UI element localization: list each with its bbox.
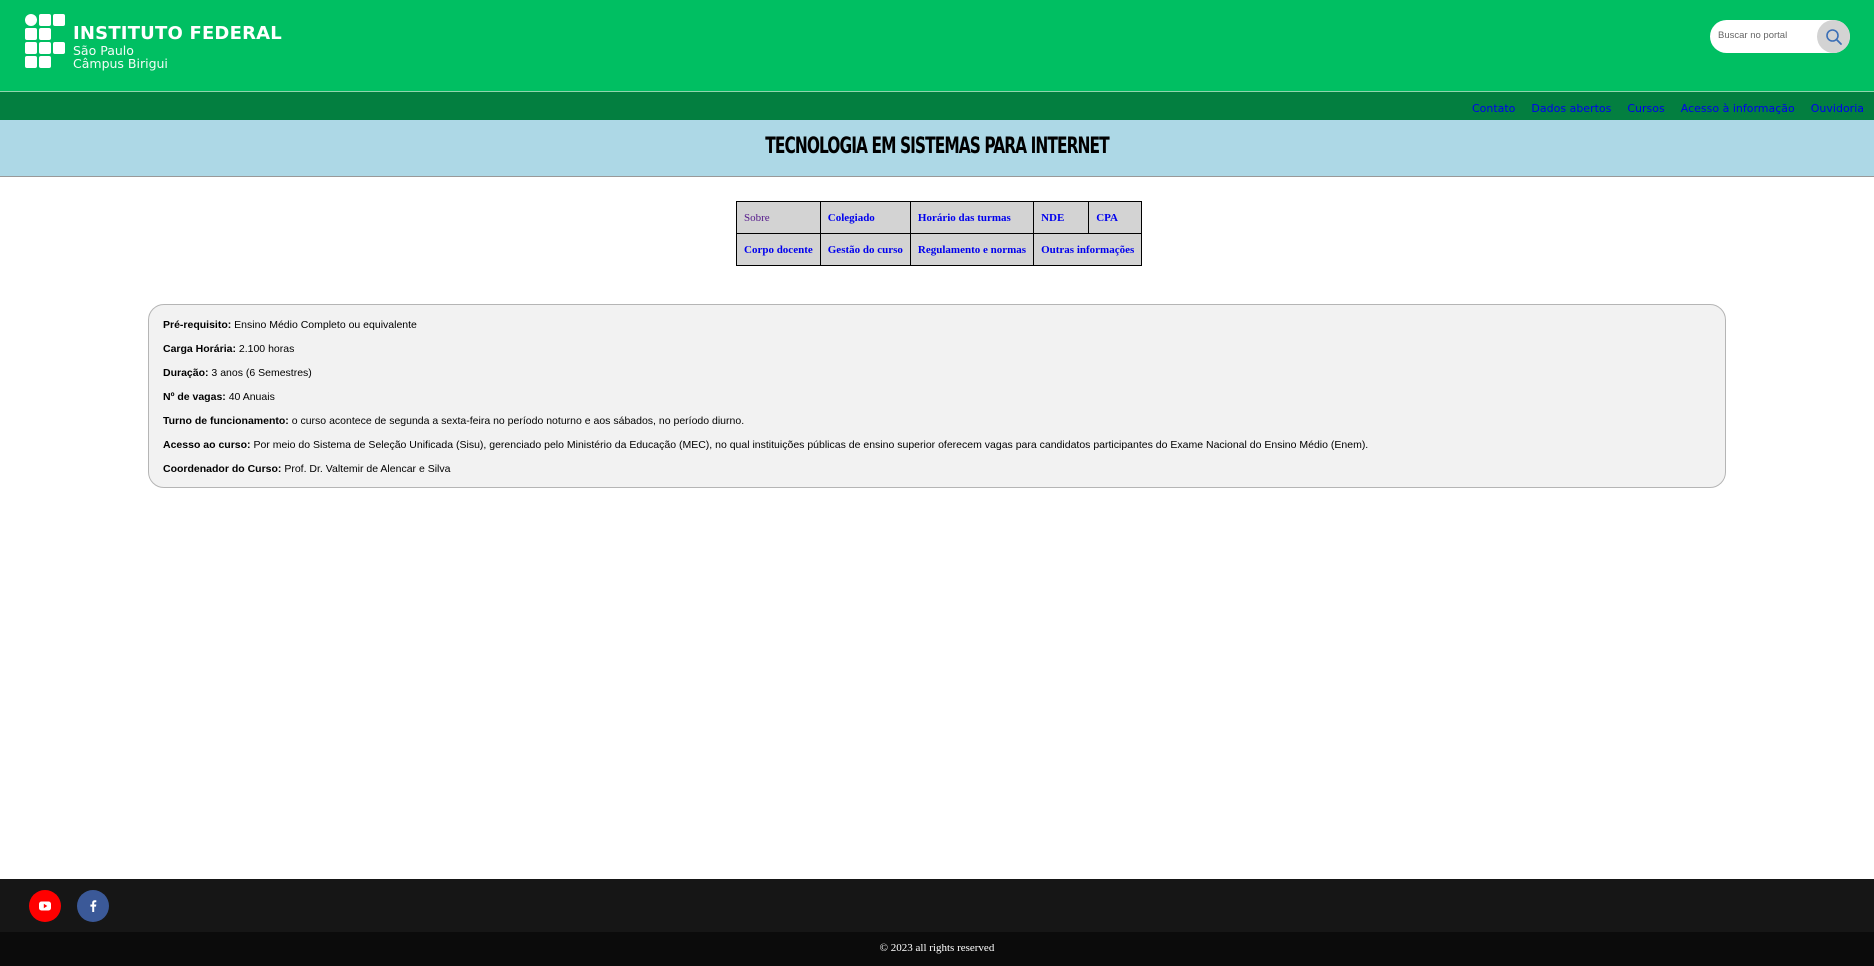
course-menu-cell: Regulamento e normas (909, 233, 1035, 266)
nav-link-ouvidoria[interactable]: Ouvidoria (1811, 102, 1864, 115)
course-menu-cell: Gestão do curso (819, 233, 911, 266)
nav-link-cursos[interactable]: Cursos (1627, 102, 1664, 115)
search-icon (1825, 28, 1842, 45)
info-label: Acesso ao curso: (163, 439, 251, 451)
course-menu-cell: Horário das turmas (909, 201, 1035, 234)
course-menu-cell: Colegiado (819, 201, 911, 234)
logo-text: INSTITUTO FEDERAL São Paulo Câmpus Birig… (73, 14, 282, 71)
course-menu-cell: Sobre (736, 201, 821, 234)
logo-title: INSTITUTO FEDERAL (73, 23, 282, 44)
info-carga-horaria: Carga Horária: 2.100 horas (163, 342, 1711, 356)
site-header: INSTITUTO FEDERAL São Paulo Câmpus Birig… (0, 0, 1874, 91)
info-duracao: Duração: 3 anos (6 Semestres) (163, 366, 1711, 380)
course-link-horario-turmas[interactable]: Horário das turmas (918, 212, 1011, 224)
course-link-nde[interactable]: NDE (1041, 212, 1064, 224)
info-value: 2.100 horas (235, 343, 295, 355)
search-button[interactable] (1817, 20, 1850, 53)
info-vagas: Nº de vagas: 40 Anuais (163, 390, 1711, 404)
course-menu: Sobre Colegiado Horário das turmas NDE C… (736, 201, 1143, 266)
info-label: Carga Horária: (163, 343, 236, 355)
top-navigation: Contato Dados abertos Cursos Acesso à in… (0, 91, 1874, 120)
course-link-corpo-docente[interactable]: Corpo docente (744, 244, 813, 256)
site-footer (0, 879, 1874, 932)
facebook-icon (90, 900, 97, 912)
copyright-bar: © 2023 all rights reserved (0, 932, 1874, 966)
course-info-box: Pré-requisito: Ensino Médio Completo ou … (148, 304, 1726, 488)
course-link-gestao-curso[interactable]: Gestão do curso (828, 244, 903, 256)
info-label: Coordenador do Curso: (163, 463, 282, 475)
course-menu-cell: NDE (1033, 201, 1090, 234)
info-value: Por meio do Sistema de Seleção Unificada… (250, 439, 1369, 451)
info-label: Turno de funcionamento: (163, 415, 289, 427)
info-label: Nº de vagas: (163, 391, 226, 403)
info-label: Pré-requisito: (163, 319, 232, 331)
info-value: 40 Anuais (225, 391, 275, 403)
course-link-cpa[interactable]: CPA (1096, 212, 1118, 224)
course-menu-cell: CPA (1088, 201, 1143, 234)
info-turno: Turno de funcionamento: o curso acontece… (163, 414, 1711, 428)
info-acesso: Acesso ao curso: Por meio do Sistema de … (163, 438, 1711, 452)
info-value: 3 anos (6 Semestres) (208, 367, 312, 379)
course-menu-cell: Outras informações (1033, 233, 1143, 266)
info-value: Prof. Dr. Valtemir de Alencar e Silva (281, 463, 451, 475)
course-link-sobre[interactable]: Sobre (744, 212, 770, 224)
info-label: Duração: (163, 367, 209, 379)
if-logo-icon (25, 14, 69, 70)
facebook-link[interactable] (77, 890, 109, 922)
logo-campus: Câmpus Birigui (73, 56, 168, 71)
search-box (1710, 20, 1850, 53)
page-title: TECNOLOGIA EM SISTEMAS PARA INTERNET (765, 134, 1109, 159)
info-value: Ensino Médio Completo ou equivalente (231, 319, 417, 331)
nav-link-contato[interactable]: Contato (1472, 102, 1515, 115)
nav-link-acesso-informacao[interactable]: Acesso à informação (1681, 102, 1795, 115)
institution-logo[interactable]: INSTITUTO FEDERAL São Paulo Câmpus Birig… (25, 14, 282, 70)
course-menu-cell: Corpo docente (736, 233, 821, 266)
youtube-link[interactable] (29, 890, 61, 922)
title-band: TECNOLOGIA EM SISTEMAS PARA INTERNET (0, 120, 1874, 177)
info-value: o curso acontece de segunda a sexta-feir… (288, 415, 745, 427)
course-link-colegiado[interactable]: Colegiado (828, 212, 875, 224)
course-link-regulamento-normas[interactable]: Regulamento e normas (918, 244, 1026, 256)
nav-link-dados-abertos[interactable]: Dados abertos (1531, 102, 1611, 115)
info-prerequisito: Pré-requisito: Ensino Médio Completo ou … (163, 318, 1711, 332)
course-link-outras-informacoes[interactable]: Outras informações (1041, 244, 1134, 256)
copyright-text: © 2023 all rights reserved (879, 942, 995, 954)
search-input[interactable] (1716, 29, 1820, 42)
youtube-icon (39, 901, 51, 911)
info-coordenador: Coordenador do Curso: Prof. Dr. Valtemir… (163, 462, 1711, 476)
